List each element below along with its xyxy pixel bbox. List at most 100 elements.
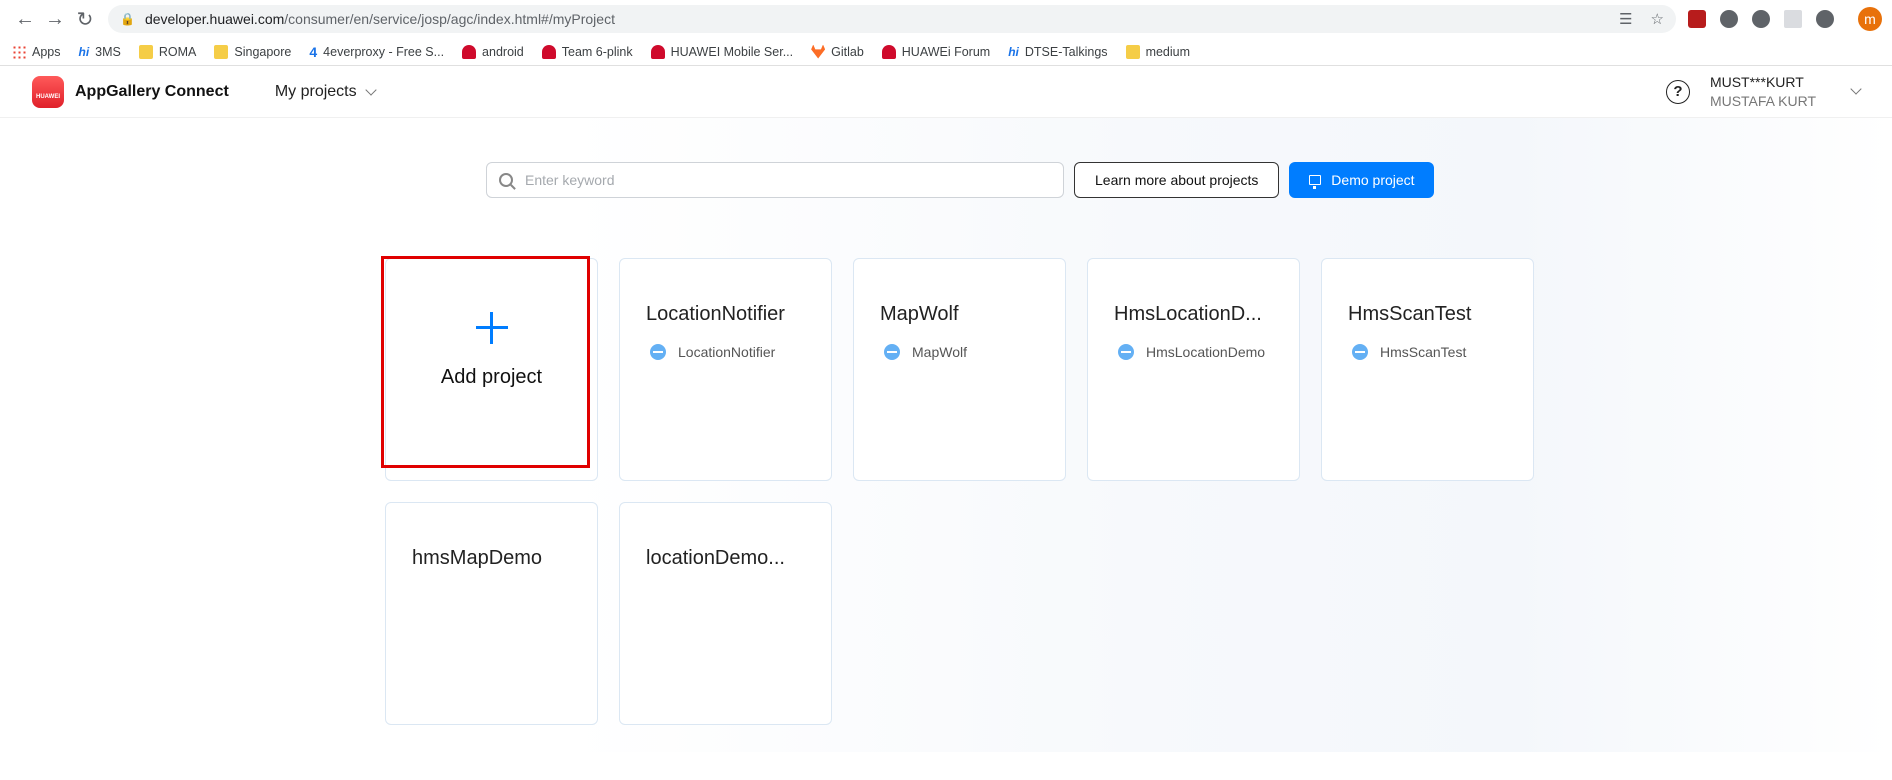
apps-grid-icon <box>12 44 26 59</box>
back-icon[interactable]: ← <box>10 4 40 34</box>
user-id: MUST***KURT <box>1709 73 1804 90</box>
bookmark-item[interactable]: 4 4everproxy - Free S... <box>309 44 444 60</box>
search-icon <box>499 173 513 187</box>
bookmark-item[interactable]: Gitlab <box>811 44 864 59</box>
project-grid: Add project LocationNotifier LocationNoti… <box>381 256 1534 725</box>
help-icon[interactable]: ? <box>1665 79 1690 104</box>
hi-icon: hi <box>1008 44 1019 59</box>
plus-icon <box>475 312 508 344</box>
bookmark-item[interactable]: hi DTSE-Talkings <box>1008 45 1107 59</box>
project-app: HmsScanTest <box>1348 344 1507 360</box>
project-card[interactable]: MapWolf MapWolf <box>853 258 1066 481</box>
extension-icon[interactable] <box>1784 10 1802 28</box>
brand-title[interactable]: AppGallery Connect <box>75 83 229 101</box>
project-card[interactable]: locationDemo... <box>619 502 832 725</box>
bookmarks-bar: Apps hi 3MS ROMA Singapore 4 4everproxy - Free… <box>0 38 1892 66</box>
bookmark-item[interactable]: HUAWEI Mobile Ser... <box>650 44 794 59</box>
star-icon[interactable]: ☆ <box>1651 10 1664 28</box>
chevron-down-icon <box>364 83 377 96</box>
app-name: HmsScanTest <box>1380 344 1467 360</box>
learn-more-button[interactable]: Learn more about projects <box>1074 162 1280 198</box>
bookmark-label: Gitlab <box>831 44 864 59</box>
app-name: LocationNotifier <box>678 344 776 360</box>
extension-icon[interactable] <box>1752 10 1770 28</box>
extension-icon[interactable] <box>1816 10 1834 28</box>
user-account[interactable]: MUST***KURT MUSTAFA KURT <box>1710 73 1816 111</box>
bookmark-item[interactable]: medium <box>1125 44 1191 59</box>
extensions <box>1688 10 1834 28</box>
app-icon <box>884 344 900 360</box>
forward-icon[interactable]: → <box>40 4 70 34</box>
hi-icon: hi <box>78 44 90 59</box>
bookmark-item[interactable]: android <box>462 44 524 59</box>
highlight-box <box>381 256 590 468</box>
project-card[interactable]: LocationNotifier LocationNotifier <box>619 258 832 481</box>
project-title: MapWolf <box>880 303 959 325</box>
bookmark-item[interactable]: HUAWEi Forum <box>881 44 991 59</box>
my-projects-menu[interactable]: My projects <box>274 82 377 101</box>
extension-icon[interactable] <box>1720 10 1738 28</box>
huawei-icon <box>541 44 556 59</box>
ublock-icon[interactable] <box>1688 10 1706 28</box>
bookmark-label: DTSE-Talkings <box>1024 44 1108 59</box>
project-title: locationDemo... <box>646 547 785 569</box>
project-app: MapWolf <box>880 344 1039 360</box>
bookmark-label: Singapore <box>234 44 292 59</box>
project-app: HmsLocationDemo <box>1114 344 1273 360</box>
bookmark-item[interactable]: Singapore <box>214 44 292 59</box>
address-bar[interactable]: 🔒 developer.huawei.com /consumer/en/serv… <box>108 5 1676 33</box>
main-content: Learn more about projects Demo project A… <box>0 118 1892 752</box>
gitlab-icon <box>811 44 826 59</box>
app-icon <box>1352 344 1368 360</box>
user-name: MUSTAFA KURT <box>1709 92 1816 109</box>
profile-avatar[interactable]: m <box>1858 7 1882 31</box>
project-title: HmsLocationD... <box>1114 303 1262 325</box>
project-card[interactable]: hmsMapDemo <box>385 502 598 725</box>
project-title: hmsMapDemo <box>412 547 543 569</box>
app-icon <box>650 344 666 360</box>
translate-icon[interactable]: ☰ <box>1619 10 1632 28</box>
huawei-icon <box>650 44 665 59</box>
app-name: HmsLocationDemo <box>1146 344 1266 360</box>
bookmark-item[interactable]: ROMA <box>138 44 196 59</box>
bookmark-label: Apps <box>32 44 61 59</box>
url-host: developer.huawei.com <box>144 11 285 27</box>
my-projects-label: My projects <box>274 82 357 100</box>
bookmark-label: HUAWEI Mobile Ser... <box>670 44 794 59</box>
huawei-icon <box>881 44 896 59</box>
app-icon <box>1118 344 1134 360</box>
huawei-logo-icon[interactable]: HUAWEI <box>32 75 64 108</box>
bookmark-label: 4everproxy - Free S... <box>323 44 445 59</box>
search-input[interactable] <box>525 172 1051 188</box>
folder-icon <box>214 44 229 59</box>
huawei-icon <box>462 44 477 59</box>
folder-icon <box>138 44 153 59</box>
chevron-down-icon[interactable] <box>1850 82 1862 95</box>
project-card[interactable]: HmsLocationD... HmsLocationDemo <box>1087 258 1300 481</box>
project-app: LocationNotifier <box>646 344 805 360</box>
presentation-icon <box>1309 175 1322 189</box>
add-project-card[interactable]: Add project <box>381 256 598 481</box>
lock-icon: 🔒 <box>120 12 135 26</box>
project-card[interactable]: HmsScanTest HmsScanTest <box>1321 258 1534 481</box>
demo-project-button[interactable]: Demo project <box>1289 162 1435 198</box>
url-path: /consumer/en/service/josp/agc/index.html… <box>284 11 615 27</box>
bookmark-label: medium <box>1145 44 1191 59</box>
bookmark-item[interactable]: Team 6-plink <box>541 44 633 59</box>
folder-icon <box>1125 44 1140 59</box>
reload-icon[interactable]: ↻ <box>70 4 100 34</box>
app-name: MapWolf <box>912 344 967 360</box>
browser-toolbar: ← → ↻ 🔒 developer.huawei.com /consumer/e… <box>0 0 1892 38</box>
bookmark-label: android <box>482 44 524 59</box>
search-box[interactable] <box>486 162 1064 198</box>
project-title: HmsScanTest <box>1348 303 1472 325</box>
bookmark-item[interactable]: hi 3MS <box>79 45 121 59</box>
project-title: LocationNotifier <box>646 303 785 325</box>
bookmark-label: 3MS <box>95 44 121 59</box>
bookmark-label: Team 6-plink <box>561 44 633 59</box>
demo-project-label: Demo project <box>1331 172 1415 188</box>
project-toolbar: Learn more about projects Demo project <box>486 162 1435 198</box>
bookmark-item[interactable]: Apps <box>12 44 61 59</box>
app-header: HUAWEI AppGallery Connect My projects ? … <box>0 66 1892 118</box>
bookmark-label: HUAWEi Forum <box>901 44 991 59</box>
